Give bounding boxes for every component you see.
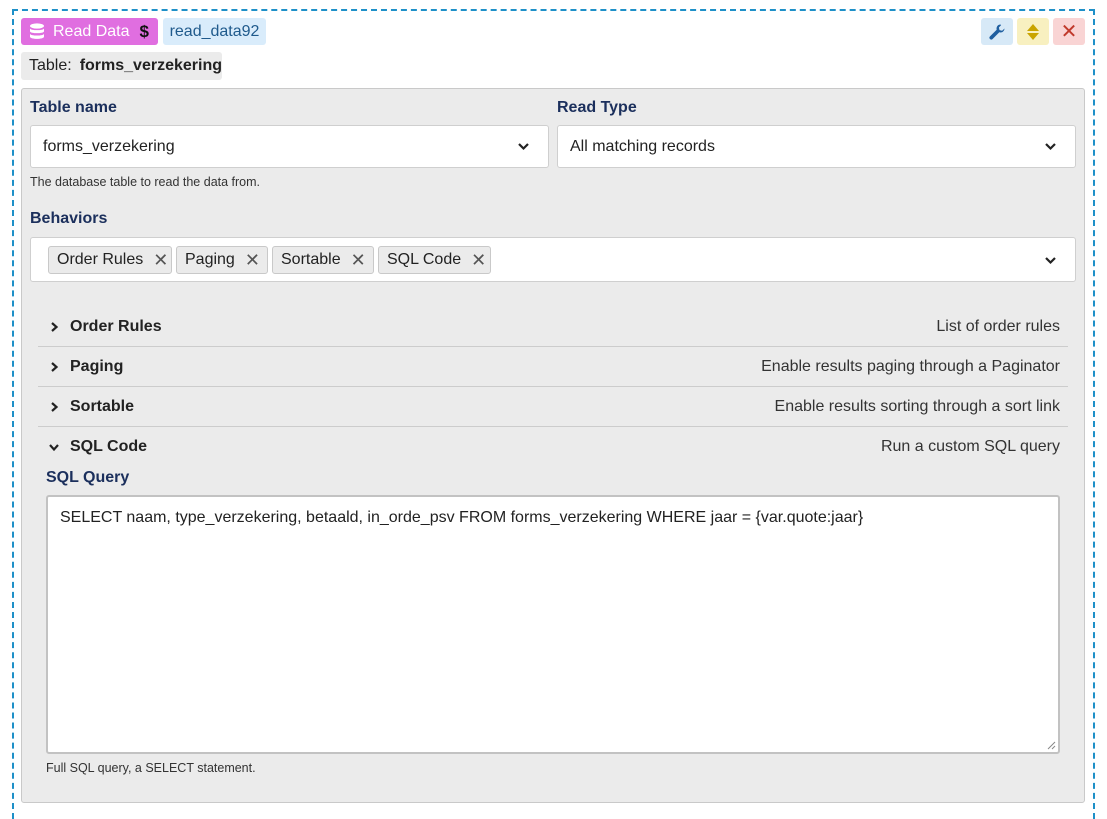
badge-label: Read Data — [53, 22, 130, 40]
section-title: Sortable — [70, 397, 135, 415]
database-icon — [30, 23, 44, 39]
behaviors-label: Behaviors — [30, 210, 108, 227]
up-down-icon — [1027, 23, 1039, 40]
block-id-chip: read_data92 — [163, 18, 266, 45]
behavior-tag: Sortable ✕ — [272, 246, 374, 274]
behavior-tag: Paging ✕ — [176, 246, 268, 274]
read-data-badge: Read Data $ — [21, 18, 158, 45]
behavior-tag-label: Order Rules — [57, 251, 144, 268]
move-button[interactable] — [1017, 18, 1049, 45]
sql-query-help: Full SQL query, a SELECT statement. — [46, 761, 256, 775]
section-title: Order Rules — [70, 317, 162, 335]
remove-tag-icon[interactable]: ✕ — [351, 250, 366, 271]
section-desc: Enable results paging through a Paginato… — [761, 357, 1060, 375]
chevron-right-icon — [51, 361, 59, 372]
remove-tag-icon[interactable]: ✕ — [471, 250, 486, 271]
section-sortable[interactable]: Sortable Enable results sorting through … — [38, 387, 1068, 427]
table-name-select[interactable]: forms_verzekering — [30, 125, 549, 168]
chevron-down-icon — [518, 143, 529, 151]
behavior-tag: Order Rules ✕ — [48, 246, 172, 274]
behavior-tag-label: Sortable — [281, 251, 341, 268]
remove-button[interactable]: ✕ — [1053, 18, 1085, 45]
sql-query-value: SELECT naam, type_verzekering, betaald, … — [60, 509, 864, 526]
behaviors-multiselect[interactable]: Order Rules ✕ Paging ✕ Sortable ✕ SQL Co… — [30, 237, 1076, 282]
remove-tag-icon[interactable]: ✕ — [153, 250, 168, 271]
table-name-value: forms_verzekering — [43, 137, 175, 155]
section-title: SQL Code — [70, 438, 148, 455]
chevron-down-icon — [1045, 143, 1056, 151]
chevron-down-icon — [49, 444, 59, 452]
section-order-rules[interactable]: Order Rules List of order rules — [38, 307, 1068, 347]
section-sql-code[interactable]: SQL Code Run a custom SQL query — [38, 427, 1068, 467]
section-paging[interactable]: Paging Enable results paging through a P… — [38, 347, 1068, 387]
read-type-select[interactable]: All matching records — [557, 125, 1076, 168]
table-chip-value: forms_verzekering — [79, 57, 222, 74]
behavior-tag: SQL Code ✕ — [378, 246, 491, 274]
sql-query-label: SQL Query — [46, 469, 130, 486]
section-desc: Enable results sorting through a sort li… — [774, 397, 1060, 415]
section-desc: Run a custom SQL query — [880, 438, 1060, 455]
table-chip-prefix: Table: — [29, 57, 72, 74]
chevron-right-icon — [51, 321, 59, 332]
table-name-help: The database table to read the data from… — [30, 175, 261, 189]
table-chip: Table: forms_verzekering — [21, 52, 222, 80]
close-icon: ✕ — [1060, 21, 1078, 43]
read-type-value: All matching records — [570, 137, 715, 155]
section-title: Paging — [70, 357, 124, 375]
remove-tag-icon[interactable]: ✕ — [245, 250, 260, 271]
resize-grip-icon[interactable] — [1046, 740, 1056, 750]
wrench-icon — [989, 24, 1005, 40]
read-type-label: Read Type — [557, 99, 637, 116]
dollar-icon: $ — [139, 21, 149, 41]
behavior-tag-label: Paging — [185, 251, 235, 268]
section-desc: List of order rules — [936, 317, 1060, 335]
chevron-down-icon[interactable] — [1044, 254, 1057, 267]
table-name-label: Table name — [30, 99, 117, 116]
settings-button[interactable] — [981, 18, 1013, 45]
chevron-right-icon — [51, 401, 59, 412]
sql-query-textarea[interactable]: SELECT naam, type_verzekering, betaald, … — [46, 495, 1060, 754]
behavior-tag-label: SQL Code — [387, 251, 462, 268]
